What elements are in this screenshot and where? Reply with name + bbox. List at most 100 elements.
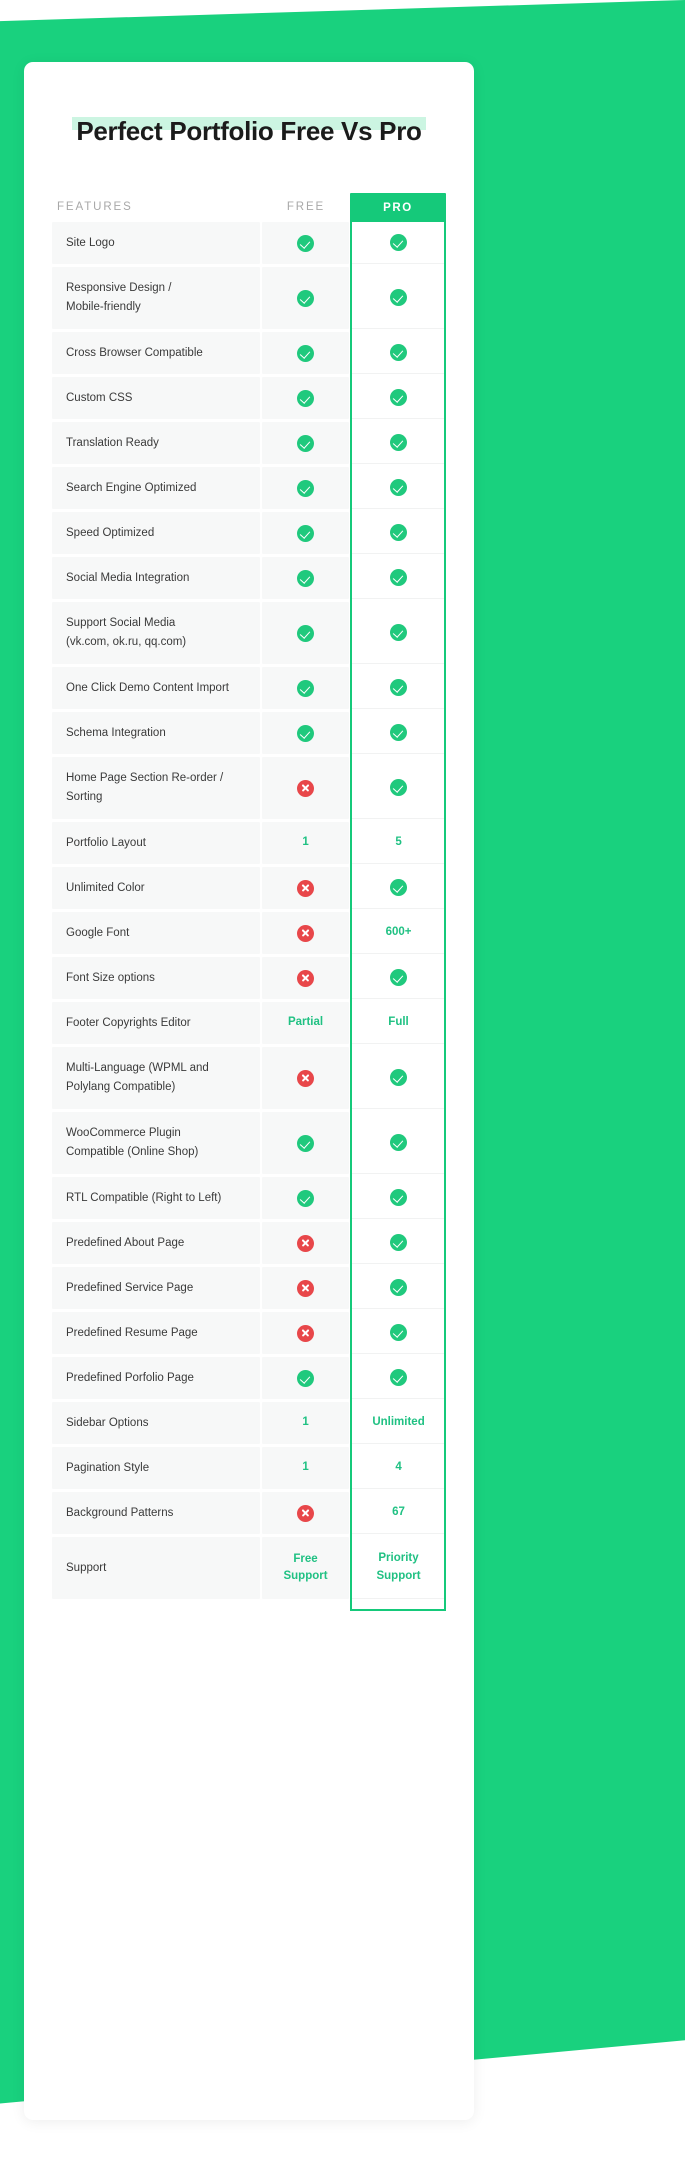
free-plan-cell	[262, 422, 350, 464]
free-plan-cell	[262, 1177, 350, 1219]
comparison-page: Perfect Portfolio Free Vs Pro FEATURES F…	[0, 0, 685, 2171]
free-plan-cell: Partial	[262, 1002, 350, 1044]
table-row: Cross Browser Compatible	[52, 332, 446, 374]
feature-name-cell: Predefined Resume Page	[52, 1312, 261, 1354]
feature-name-cell: Social Media Integration	[52, 557, 261, 599]
check-icon	[297, 569, 315, 587]
table-row: Predefined About Page	[52, 1222, 446, 1264]
feature-label: Home Page Section Re-order / Sorting	[66, 772, 224, 803]
free-plan-cell	[262, 1222, 350, 1264]
feature-name-cell: Predefined About Page	[52, 1222, 261, 1264]
table-row: Search Engine Optimized	[52, 467, 446, 509]
feature-name-cell: Support	[52, 1537, 261, 1599]
pro-plan-cell: 600+	[351, 912, 446, 954]
check-icon	[390, 1324, 408, 1341]
cross-icon	[297, 1279, 315, 1297]
feature-name-cell: WooCommerce Plugin Compatible (Online Sho…	[52, 1112, 261, 1174]
table-row: Footer Copyrights Editor Partial Full	[52, 1002, 446, 1044]
feature-label: Pagination Style	[66, 1461, 150, 1474]
check-icon	[390, 1234, 408, 1251]
page-title-container: Perfect Portfolio Free Vs Pro	[24, 115, 474, 148]
check-icon	[297, 289, 315, 307]
free-value: Free Support	[283, 1552, 328, 1582]
free-plan-cell	[262, 467, 350, 509]
table-row: Predefined Porfolio Page	[52, 1357, 446, 1399]
feature-name-cell: Speed Optimized	[52, 512, 261, 554]
free-plan-cell	[262, 332, 350, 374]
free-plan-cell	[262, 1047, 350, 1109]
check-icon	[297, 724, 315, 742]
check-icon	[390, 434, 408, 451]
feature-label: Responsive Design / Mobile-friendly	[66, 282, 172, 313]
pro-plan-cell: Priority Support	[351, 1537, 446, 1599]
free-plan-cell: 1	[262, 1402, 350, 1444]
check-icon	[390, 969, 408, 986]
pro-plan-cell	[351, 467, 446, 509]
check-icon	[390, 679, 408, 696]
column-header-pro: PRO	[350, 193, 446, 222]
pro-plan-cell	[351, 222, 446, 264]
feature-name-cell: Support Social Media (vk.com, ok.ru, qq.c…	[52, 602, 261, 664]
table-body: Site Logo Responsive Design / Mobile-frien…	[52, 222, 446, 1599]
table-row: Social Media Integration	[52, 557, 446, 599]
feature-label: WooCommerce Plugin Compatible (Online Sho…	[66, 1127, 199, 1158]
pro-value: 600+	[385, 925, 412, 938]
free-plan-cell	[262, 1492, 350, 1534]
cross-icon	[297, 1069, 315, 1087]
check-icon	[297, 344, 315, 362]
table-row: Predefined Resume Page	[52, 1312, 446, 1354]
pro-plan-cell: Unlimited	[351, 1402, 446, 1444]
table-row: Custom CSS	[52, 377, 446, 419]
pro-plan-cell	[351, 957, 446, 999]
free-value: 1	[302, 1416, 309, 1429]
feature-name-cell: Google Font	[52, 912, 261, 954]
feature-label: Custom CSS	[66, 391, 133, 404]
free-plan-cell	[262, 957, 350, 999]
pro-plan-cell	[351, 512, 446, 554]
check-icon	[297, 479, 315, 497]
feature-label: Unlimited Color	[66, 881, 145, 894]
free-plan-cell: 1	[262, 1447, 350, 1489]
feature-name-cell: Multi-Language (WPML and Polylang Compati…	[52, 1047, 261, 1109]
feature-name-cell: Unlimited Color	[52, 867, 261, 909]
table-row: Support Social Media (vk.com, ok.ru, qq.c…	[52, 602, 446, 664]
pro-plan-cell	[351, 1177, 446, 1219]
feature-label: One Click Demo Content Import	[66, 681, 229, 694]
check-icon	[390, 1069, 408, 1086]
pro-value: 5	[395, 835, 402, 848]
feature-label: Cross Browser Compatible	[66, 346, 203, 359]
pro-plan-cell	[351, 377, 446, 419]
table-row: Background Patterns 67	[52, 1492, 446, 1534]
pro-plan-cell	[351, 1222, 446, 1264]
check-icon	[390, 624, 408, 641]
check-icon	[297, 1134, 315, 1152]
page-title: Perfect Portfolio Free Vs Pro	[72, 115, 426, 148]
free-plan-cell	[262, 512, 350, 554]
feature-name-cell: Sidebar Options	[52, 1402, 261, 1444]
table-row: WooCommerce Plugin Compatible (Online Sho…	[52, 1112, 446, 1174]
table-row: Support Free Support Priority Support	[52, 1537, 446, 1599]
free-plan-cell	[262, 867, 350, 909]
feature-label: Multi-Language (WPML and Polylang Compati…	[66, 1062, 209, 1093]
feature-label: Background Patterns	[66, 1506, 174, 1519]
table-row: Site Logo	[52, 222, 446, 264]
feature-label: Social Media Integration	[66, 571, 190, 584]
pro-plan-cell	[351, 712, 446, 754]
pro-plan-cell	[351, 1267, 446, 1309]
check-icon	[390, 779, 408, 796]
pro-plan-cell	[351, 867, 446, 909]
table-row: Responsive Design / Mobile-friendly	[52, 267, 446, 329]
check-icon	[390, 1279, 408, 1296]
check-icon	[297, 524, 315, 542]
table-header-row: FEATURES FREE PRO	[52, 180, 446, 222]
pro-plan-cell	[351, 1047, 446, 1109]
pro-plan-cell	[351, 1312, 446, 1354]
feature-label: Support Social Media (vk.com, ok.ru, qq.c…	[66, 617, 187, 648]
pro-plan-cell: Full	[351, 1002, 446, 1044]
feature-label: Footer Copyrights Editor	[66, 1016, 191, 1029]
page-title-text: Perfect Portfolio Free Vs Pro	[76, 116, 422, 146]
feature-name-cell: Cross Browser Compatible	[52, 332, 261, 374]
feature-label: Font Size options	[66, 971, 155, 984]
feature-label: Predefined About Page	[66, 1236, 185, 1249]
feature-name-cell: Predefined Porfolio Page	[52, 1357, 261, 1399]
